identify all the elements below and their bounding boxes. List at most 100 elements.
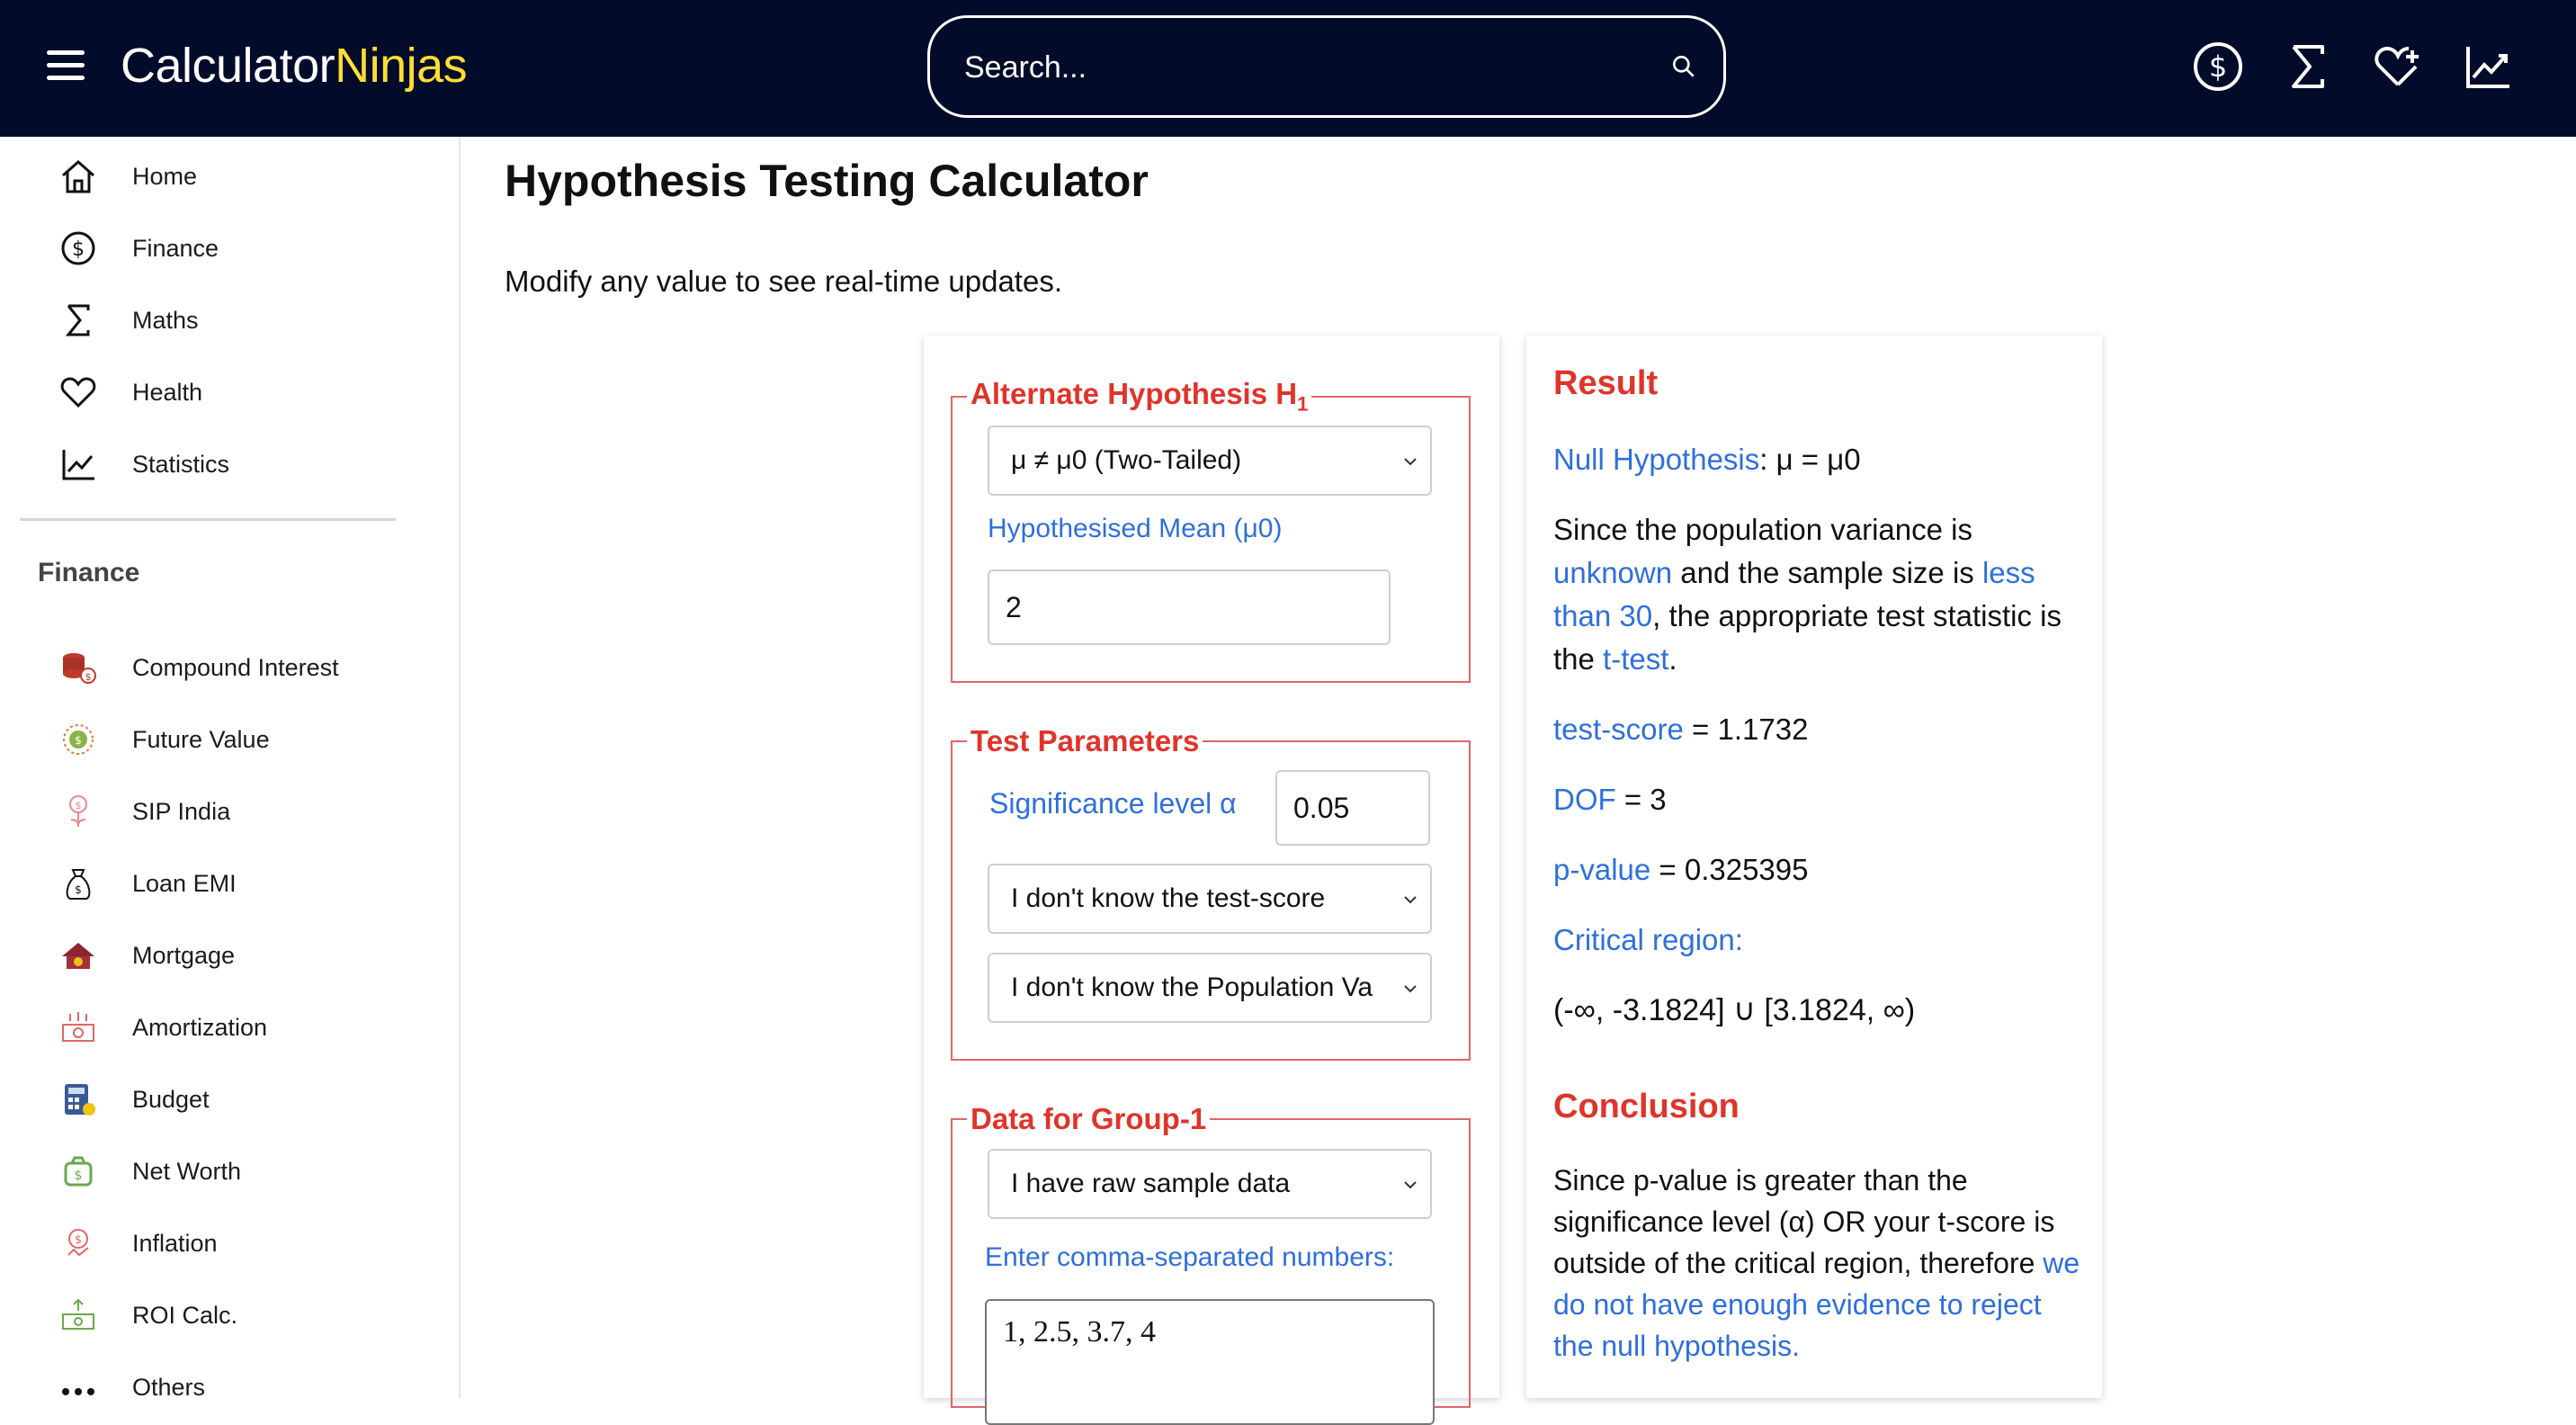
- hypothesised-mean-input[interactable]: 2: [988, 569, 1391, 645]
- logo-text-ninjas: Ninjas: [335, 39, 468, 93]
- test-explanation: Since the population variance is unknown…: [1553, 513, 2062, 676]
- heart-icon: [60, 377, 96, 408]
- sidebar-item-label: SIP India: [132, 797, 231, 825]
- dollar-circle-icon[interactable]: $: [2191, 40, 2245, 94]
- svg-text:$: $: [75, 1169, 83, 1183]
- data-type-selected: I have raw sample data: [1011, 1169, 1291, 1198]
- t-test-link[interactable]: t-test: [1603, 642, 1668, 676]
- svg-text:$: $: [75, 1233, 82, 1246]
- sidebar-item-label: Compound Interest: [132, 653, 339, 681]
- mortgage-house-icon: [62, 943, 94, 969]
- sidebar-item-label: Home: [132, 162, 198, 190]
- chart-icon: [62, 450, 94, 480]
- calculator-form-card: Alternate Hypothesis H1 μ ≠ μ0 (Two-Tail…: [924, 336, 1499, 1425]
- sidebar-item-label: Health: [132, 378, 203, 406]
- coins-icon: $: [63, 653, 96, 684]
- alt-hypothesis-legend: Alternate Hypothesis H1: [970, 377, 1309, 416]
- search-input[interactable]: [964, 43, 1630, 92]
- svg-text:$: $: [85, 671, 92, 683]
- population-variance-selected: I don't know the Population Va: [1011, 972, 1373, 1002]
- test-score-value: = 1.1732: [1683, 712, 1809, 746]
- site-logo[interactable]: CalculatorNinjas: [121, 34, 468, 97]
- conclusion-heading: Conclusion: [1553, 1088, 1740, 1125]
- budget-calculator-icon: [65, 1084, 95, 1116]
- population-variance-select[interactable]: I don't know the Population Va: [988, 953, 1432, 1023]
- data-type-select[interactable]: I have raw sample data: [988, 1149, 1432, 1219]
- sigma-icon[interactable]: [2281, 40, 2335, 94]
- svg-text:$: $: [72, 238, 85, 261]
- sidebar-item-maths[interactable]: Maths: [58, 293, 435, 347]
- numbers-textarea[interactable]: 1, 2.5, 3.7, 4: [985, 1299, 1435, 1425]
- alt-hypothesis-select[interactable]: μ ≠ μ0 (Two-Tailed): [988, 426, 1432, 496]
- dof-link[interactable]: DOF: [1553, 783, 1616, 816]
- chevron-down-icon: [1404, 985, 1417, 993]
- sidebar-item-inflation[interactable]: $ Inflation: [58, 1216, 435, 1270]
- numbers-label: Enter comma-separated numbers:: [985, 1242, 1395, 1272]
- amortization-icon: [62, 1012, 94, 1042]
- search-icon[interactable]: [1669, 52, 1698, 81]
- sidebar-item-statistics[interactable]: Statistics: [58, 437, 435, 491]
- logo-text-calculator: Calculator: [121, 39, 335, 93]
- alt-hypothesis-selected: μ ≠ μ0 (Two-Tailed): [1011, 445, 1242, 475]
- sidebar-item-net-worth[interactable]: $ Net Worth: [58, 1144, 435, 1198]
- sidebar-item-amortization[interactable]: Amortization: [58, 1000, 435, 1054]
- dof-line: DOF = 3: [1553, 778, 2084, 821]
- dof-value: = 3: [1615, 783, 1667, 816]
- sip-icon: $: [69, 795, 87, 827]
- sidebar-item-health[interactable]: Health: [58, 365, 435, 419]
- sidebar-divider: [20, 518, 396, 521]
- menu-icon[interactable]: [47, 50, 85, 83]
- search-box[interactable]: [927, 15, 1726, 118]
- page-title: Hypothesis Testing Calculator: [505, 156, 1149, 206]
- significance-level-label: Significance level α: [989, 787, 1237, 820]
- sidebar-item-compound-interest[interactable]: $ Compound Interest: [58, 641, 435, 695]
- group1-data-legend: Data for Group-1: [970, 1102, 1207, 1135]
- null-hypothesis-line: Null Hypothesis: μ = μ0: [1553, 438, 2084, 481]
- sidebar-item-others[interactable]: Others: [58, 1360, 435, 1414]
- unknown-link[interactable]: unknown: [1553, 556, 1672, 589]
- future-value-icon: $: [63, 724, 94, 755]
- sidebar-item-roi-calc[interactable]: ROI Calc.: [58, 1288, 435, 1342]
- sidebar-item-mortgage[interactable]: Mortgage: [58, 928, 435, 982]
- sidebar-item-label: Finance: [132, 234, 219, 262]
- heart-plus-icon[interactable]: [2371, 40, 2425, 94]
- sidebar-item-label: Maths: [132, 306, 199, 334]
- sidebar-item-label: ROI Calc.: [132, 1301, 238, 1329]
- critical-region-link[interactable]: Critical region:: [1553, 919, 2084, 962]
- sidebar-item-label: Net Worth: [132, 1157, 242, 1185]
- sidebar-item-sip-india[interactable]: $ SIP India: [58, 784, 435, 838]
- chevron-down-icon: [1404, 896, 1417, 904]
- sigma-icon: [65, 304, 90, 336]
- sidebar-item-finance[interactable]: $ Finance: [58, 221, 435, 275]
- chevron-down-icon: [1404, 1181, 1417, 1189]
- sidebar-section-title: Finance: [38, 558, 140, 587]
- sidebar-item-label: Inflation: [132, 1229, 218, 1257]
- dollar-circle-icon: $: [61, 231, 95, 265]
- p-value-link[interactable]: p-value: [1553, 853, 1650, 886]
- result-heading: Result: [1553, 364, 1659, 402]
- home-icon: [62, 159, 94, 193]
- svg-text:$: $: [75, 883, 82, 896]
- sidebar-item-label: Mortgage: [132, 941, 236, 969]
- top-navbar: CalculatorNinjas $: [0, 0, 2576, 137]
- p-value-value: = 0.325395: [1650, 853, 1809, 886]
- sidebar-item-label: Budget: [132, 1085, 210, 1113]
- more-dots-icon: [62, 1388, 94, 1395]
- test-score-link[interactable]: test-score: [1553, 712, 1684, 746]
- null-hypothesis-link[interactable]: Null Hypothesis: [1553, 443, 1759, 476]
- sidebar-item-label: Others: [132, 1373, 206, 1401]
- sidebar-item-budget[interactable]: Budget: [58, 1072, 435, 1126]
- statistics-icon[interactable]: [2461, 40, 2515, 94]
- inflation-icon: $: [67, 1229, 89, 1257]
- svg-text:$: $: [76, 800, 82, 811]
- p-value-line: p-value = 0.325395: [1553, 848, 2084, 892]
- loan-bag-icon: $: [66, 869, 91, 900]
- sidebar-item-future-value[interactable]: $ Future Value: [58, 712, 435, 766]
- critical-region-value: (-∞, -3.1824] ∪ [3.1824, ∞): [1553, 993, 1916, 1027]
- sidebar-item-loan-emi[interactable]: $ Loan EMI: [58, 856, 435, 910]
- sidebar-item-home[interactable]: Home: [58, 149, 435, 203]
- test-score-select[interactable]: I don't know the test-score: [988, 864, 1432, 934]
- net-worth-icon: $: [64, 1156, 93, 1187]
- significance-level-input[interactable]: 0.05: [1275, 770, 1430, 846]
- sidebar-item-label: Statistics: [132, 450, 230, 478]
